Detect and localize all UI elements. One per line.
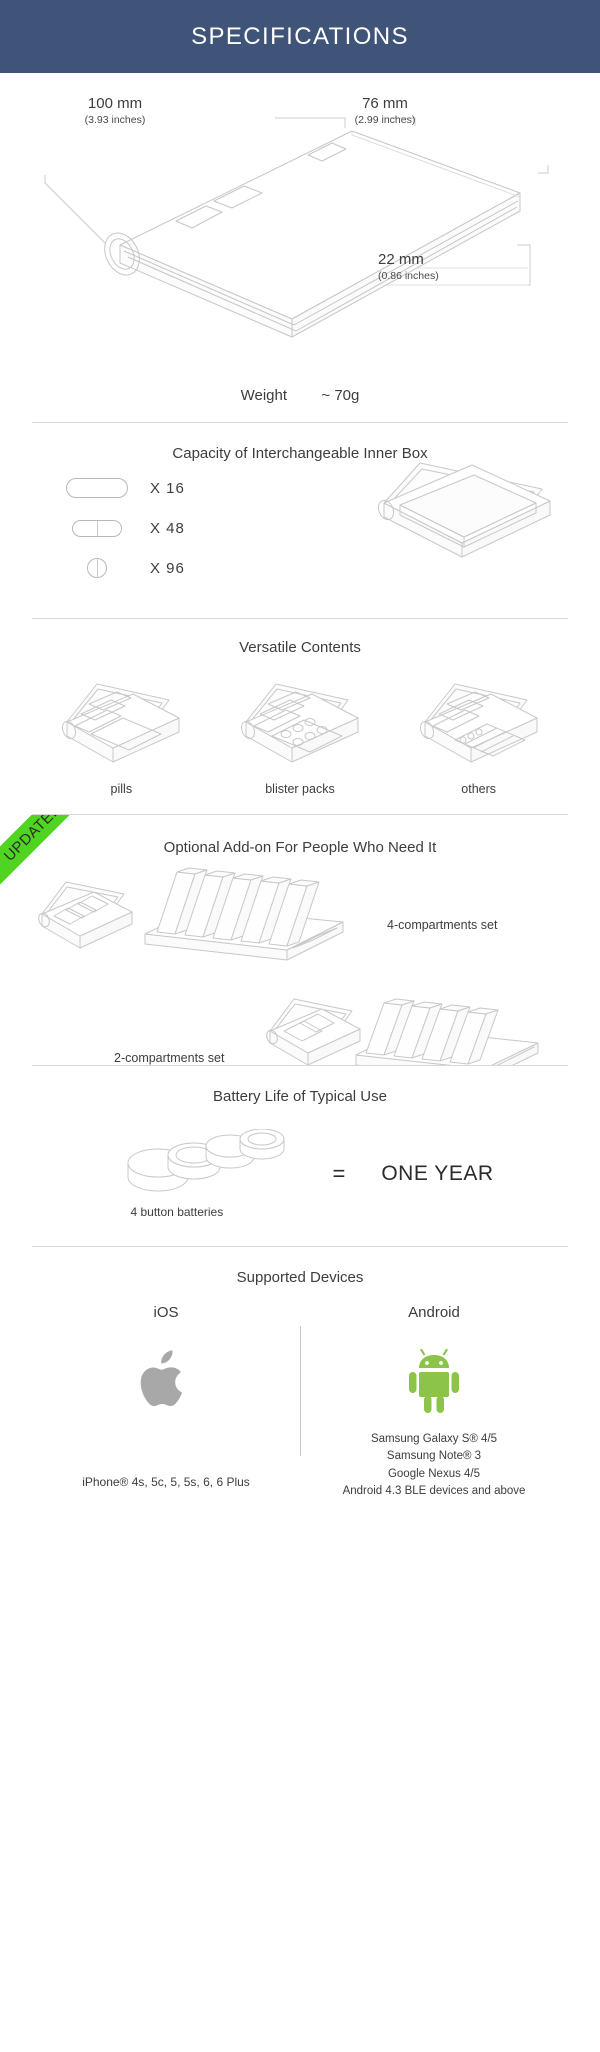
addon-row-four: 4-compartments set <box>32 867 568 975</box>
dimension-length: 100 mm (3.93 inches) <box>60 95 170 127</box>
open-box-others-icon <box>399 670 559 780</box>
dimension-height-inches: (0.86 inches) <box>378 269 439 282</box>
dimension-length-value: 100 mm <box>87 95 143 112</box>
dimension-width: 76 mm (2.99 inches) <box>330 95 440 127</box>
android-model: Samsung Note® 3 <box>386 1450 482 1463</box>
devices-title: Supported Devices <box>236 1269 364 1286</box>
four-compartment-box-icon <box>32 870 142 960</box>
spacer-weight <box>0 404 600 422</box>
ios-models: iPhone® 4s, 5c, 5, 5s, 6, 6 Plus <box>82 1475 250 1489</box>
addon-label-two: 2-compartments set <box>114 1051 225 1065</box>
dimension-length-inches: (3.93 inches) <box>84 113 146 126</box>
two-compartment-tray-icon <box>350 979 550 1065</box>
android-model: Android 4.3 BLE devices and above <box>342 1484 526 1497</box>
addon-title: Optional Add-on For People Who Need It <box>163 839 437 856</box>
dimensions-section: 100 mm (3.93 inches) 76 mm (2.99 inches)… <box>0 73 600 383</box>
android-model: Google Nexus 4/5 <box>387 1467 481 1480</box>
capsule-medium-icon <box>62 519 132 537</box>
android-model: Samsung Galaxy S® 4/5 <box>370 1433 498 1445</box>
tablet-round-icon <box>62 558 132 578</box>
inner-box-illustration <box>360 453 560 593</box>
capacity-section: Capacity of Interchangeable Inner Box X … <box>0 423 600 618</box>
addon-section: UPDATED Optional Add-on For People Who N… <box>0 815 600 1065</box>
versatile-title: Versatile Contents <box>239 639 361 656</box>
capsule-large-icon <box>62 478 132 498</box>
versatile-item: pills <box>41 670 201 796</box>
versatile-item: blister packs <box>220 670 380 796</box>
equals-sign: = <box>332 1161 346 1186</box>
android-robot-icon <box>300 1343 568 1421</box>
battery-caption: 4 button batteries <box>130 1205 224 1219</box>
button-batteries-icon: 4 button batteries <box>106 1129 296 1219</box>
capacity-row: X 48 <box>62 511 185 545</box>
open-box-blister-icon <box>220 670 380 780</box>
capacity-list: X 16 X 48 X 96 <box>62 471 185 591</box>
four-compartment-tray-icon <box>137 862 357 972</box>
battery-equation: 4 button batteries = ONE YEAR <box>32 1105 568 1219</box>
android-models: Samsung Galaxy S® 4/5 Samsung Note® 3 Go… <box>300 1431 568 1500</box>
android-label: Android <box>408 1304 460 1321</box>
devices-column-android: Android Samsung Galaxy S® 4/5 Samsung No… <box>300 1304 568 1500</box>
capacity-count: X 48 <box>150 519 185 537</box>
capacity-count: X 16 <box>150 479 185 497</box>
weight-label: Weight <box>240 387 288 404</box>
dimension-width-value: 76 mm <box>362 95 408 112</box>
battery-title: Battery Life of Typical Use <box>213 1088 387 1105</box>
devices-separator <box>300 1326 301 1456</box>
ios-label: iOS <box>153 1304 179 1321</box>
dimension-height: 22 mm (0.86 inches) <box>378 251 468 283</box>
battery-result: ONE YEAR <box>381 1162 494 1185</box>
versatile-caption: others <box>461 782 497 796</box>
capacity-row: X 16 <box>62 471 185 505</box>
versatile-item: others <box>399 670 559 796</box>
battery-section: Battery Life of Typical Use 4 button bat… <box>0 1066 600 1246</box>
versatile-grid: pills blister packs others <box>32 656 568 796</box>
dimension-height-value: 22 mm <box>378 251 424 268</box>
weight-value: ~ 70g <box>321 387 360 404</box>
page-title: SPECIFICATIONS <box>191 22 409 50</box>
capacity-row: X 96 <box>62 551 185 585</box>
page-header: SPECIFICATIONS <box>0 0 600 73</box>
dimension-width-inches: (2.99 inches) <box>354 113 416 126</box>
addon-label-four: 4-compartments set <box>387 918 498 932</box>
weight-row: Weight ~ 70g <box>0 383 600 404</box>
versatile-contents-section: Versatile Contents pills blister packs o… <box>0 619 600 814</box>
devices-column-ios: iOS iPhone® 4s, 5c, 5, 5s, 6, 6 Plus <box>32 1304 300 1500</box>
versatile-caption: blister packs <box>265 782 335 796</box>
versatile-caption: pills <box>110 782 133 796</box>
supported-devices-section: Supported Devices iOS iPhone® 4s, 5c, 5,… <box>0 1247 600 1497</box>
apple-logo-icon <box>32 1343 300 1421</box>
devices-columns: iOS iPhone® 4s, 5c, 5, 5s, 6, 6 Plus And… <box>32 1286 568 1500</box>
addon-row-two: 2-compartments set <box>32 993 568 1065</box>
capacity-count: X 96 <box>150 559 185 577</box>
open-box-pills-icon <box>41 670 201 780</box>
